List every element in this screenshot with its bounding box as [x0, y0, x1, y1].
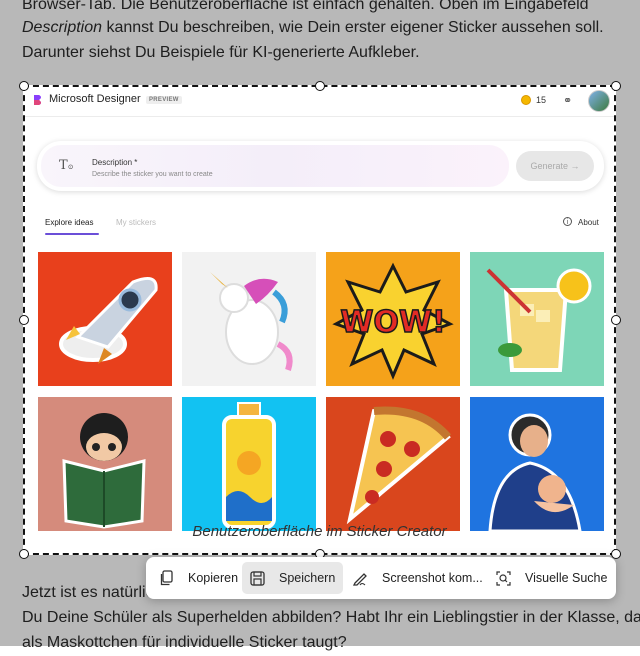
article-text-line: Du Deine Schüler als Superhelden abbilde…: [22, 609, 640, 626]
lemonade-sticker[interactable]: [470, 252, 604, 386]
active-tab-indicator: [45, 233, 99, 235]
article-emphasis: Description: [22, 19, 103, 36]
pen-icon: [352, 573, 367, 586]
copy-label: Kopieren: [188, 571, 239, 585]
copy-button[interactable]: Kopieren: [152, 562, 246, 594]
resize-handle-top[interactable]: [315, 81, 325, 91]
article-text-fragment: kannst Du beschreiben, wie Dein erster e…: [102, 19, 604, 36]
parent-baby-sticker[interactable]: [470, 397, 604, 531]
info-icon[interactable]: i: [563, 217, 572, 226]
description-label: Description *: [92, 158, 138, 167]
description-placeholder: Describe the sticker you want to create: [92, 171, 213, 178]
pizza-sticker[interactable]: [326, 397, 460, 531]
annotate-screenshot-button[interactable]: Screenshot kom...: [344, 562, 491, 594]
visual-search-icon: [496, 570, 511, 586]
tab-explore-ideas[interactable]: Explore ideas: [45, 218, 93, 227]
save-label: Speichern: [279, 571, 336, 585]
article-text-line: Jetzt ist es natürlic: [22, 584, 154, 601]
svg-text:WOW!: WOW!: [340, 305, 445, 340]
snip-selection-region[interactable]: Microsoft Designer PREVIEW 15 ⚭ T⊙ Descr…: [23, 85, 616, 555]
article-text-line: Description kannst Du beschreiben, wie D…: [22, 15, 604, 41]
avatar[interactable]: [588, 90, 610, 112]
generate-button[interactable]: Generate →: [516, 151, 594, 181]
header-divider: [25, 116, 614, 117]
rocket-sticker[interactable]: [38, 252, 172, 386]
resize-handle-top-right[interactable]: [611, 81, 621, 91]
annotate-screenshot-label: Screenshot kom...: [382, 571, 483, 585]
coin-icon: [521, 95, 531, 105]
wow-sticker[interactable]: WOW!: [326, 252, 460, 386]
link-icon[interactable]: ⚭: [563, 94, 572, 107]
designer-header: Microsoft Designer PREVIEW 15 ⚭: [25, 87, 614, 117]
resize-handle-bottom-left[interactable]: [19, 549, 29, 559]
about-link[interactable]: About: [578, 218, 599, 227]
tab-my-stickers[interactable]: My stickers: [116, 218, 156, 227]
figure-caption: Benutzeroberfläche im Sticker Creator: [192, 523, 447, 540]
article-text-line: Darunter siehst Du Beispiele für KI-gene…: [22, 44, 420, 61]
prompt-card: T⊙ Description * Describe the sticker yo…: [37, 141, 604, 191]
description-input[interactable]: T⊙ Description * Describe the sticker yo…: [41, 145, 509, 187]
preview-badge: PREVIEW: [146, 96, 182, 104]
resize-handle-right[interactable]: [611, 315, 621, 325]
save-icon: [250, 570, 265, 586]
visual-search-label: Visuelle Suche: [525, 571, 608, 585]
designer-logo-icon: [34, 95, 41, 105]
sunscreen-sticker[interactable]: [182, 397, 316, 531]
snip-toolbar: Kopieren Speichern Screenshot kom... Vis…: [146, 557, 616, 599]
reader-sticker[interactable]: [38, 397, 172, 531]
article-text-line: als Maskottchen für individuelle Sticker…: [22, 634, 347, 651]
resize-handle-top-left[interactable]: [19, 81, 29, 91]
resize-handle-left[interactable]: [19, 315, 29, 325]
save-button[interactable]: Speichern: [242, 562, 344, 594]
visual-search-button[interactable]: Visuelle Suche: [488, 562, 615, 594]
coin-count: 15: [536, 95, 547, 105]
unicorn-sticker[interactable]: [182, 252, 316, 386]
copy-icon: [160, 570, 173, 586]
text-prompt-icon: T⊙: [59, 158, 74, 173]
app-name: Microsoft Designer: [49, 93, 141, 105]
